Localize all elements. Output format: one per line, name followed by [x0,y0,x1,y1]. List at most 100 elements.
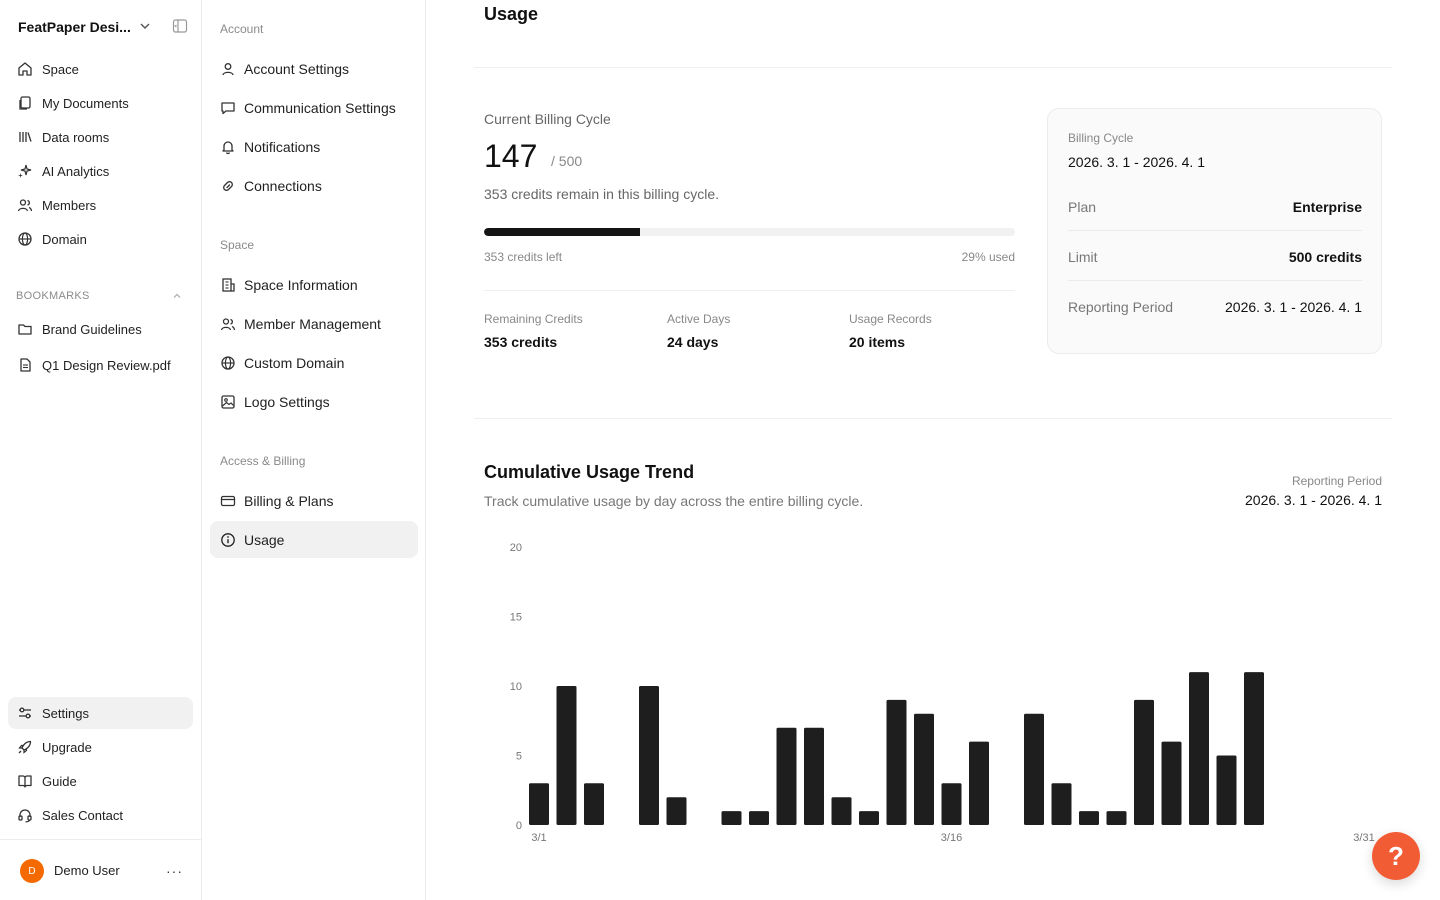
link-icon [220,178,236,194]
usage-bar[interactable] [1051,783,1072,825]
usage-bar[interactable] [556,686,577,825]
y-tick-label: 0 [516,820,522,832]
settings-item-notifications[interactable]: Notifications [210,128,418,165]
usage-bar[interactable] [804,727,824,825]
help-button[interactable]: ? [1372,832,1420,880]
usage-bar[interactable] [1189,672,1209,825]
divider [484,290,1015,291]
current-billing-cycle-label: Current Billing Cycle [484,111,611,127]
documents-icon [16,94,34,112]
divider [474,418,1392,419]
reporting-period-value: 2026. 3. 1 - 2026. 4. 1 [1245,492,1382,508]
credits-total-value: / 500 [551,153,583,169]
usage-bar[interactable] [969,741,989,825]
settings-item-label: Notifications [244,138,321,155]
usage-bar[interactable] [639,686,659,825]
sidebar-item-upgrade[interactable]: Upgrade [8,731,193,763]
usage-bar[interactable] [776,727,797,825]
billing-row-value: 500 credits [1288,249,1362,265]
settings-section-heading: Space [220,238,255,252]
bell-icon [220,139,236,155]
settings-item-logo-settings[interactable]: Logo Settings [210,383,418,420]
usage-bar[interactable] [529,783,549,825]
bookmark-label: Brand Guidelines [42,321,142,337]
sidebar-item-members[interactable]: Members [8,189,193,221]
usage-bar[interactable] [1161,741,1182,825]
x-tick-label: 3/31 [1353,832,1374,844]
settings-item-connections[interactable]: Connections [210,167,418,204]
settings-item-billing-plans[interactable]: Billing & Plans [210,482,418,519]
y-tick-label: 20 [510,542,522,554]
settings-item-label: Custom Domain [244,354,345,371]
sidebar-toggle-icon[interactable] [172,18,188,34]
users-icon [16,196,34,214]
sidebar-item-settings[interactable]: Settings [8,697,193,729]
billing-row-label: Limit [1068,249,1098,265]
chevron-up-icon[interactable] [171,290,183,302]
sidebar-item-space[interactable]: Space [8,53,193,85]
usage-bar[interactable] [831,797,852,825]
sidebar-item-domain[interactable]: Domain [8,223,193,255]
settings-item-label: Usage [244,531,285,548]
cumulative-usage-chart: 0 5 10 15 20 3/1 3/16 3/31 [510,542,1375,844]
app-sidebar: FeatPaper Desi... Space My Documents Dat… [0,0,202,900]
settings-item-member-management[interactable]: Member Management [210,305,418,342]
usage-bar[interactable] [666,797,687,825]
trend-title: Cumulative Usage Trend [484,462,695,482]
sidebar-item-label: Data rooms [42,129,110,145]
credit-card-icon [220,493,236,509]
more-options-icon[interactable]: ··· [166,863,183,879]
file-icon [16,356,34,374]
settings-item-communication-settings[interactable]: Communication Settings [210,89,418,126]
settings-item-custom-domain[interactable]: Custom Domain [210,344,418,381]
usage-bar[interactable] [914,713,934,825]
user-icon [220,61,236,77]
sidebar-item-data-rooms[interactable]: Data rooms [8,121,193,153]
bookmark-item[interactable]: Brand Guidelines [8,313,193,345]
sidebar-item-my-documents[interactable]: My Documents [8,87,193,119]
x-tick-label: 3/1 [531,832,546,844]
usage-bar[interactable] [886,699,907,825]
usage-bar[interactable] [1134,699,1154,825]
bookmark-item[interactable]: Q1 Design Review.pdf [8,349,193,381]
usage-bar[interactable] [1216,755,1237,826]
sidebar-item-sales-contact[interactable]: Sales Contact [8,799,193,831]
usage-bar[interactable] [1079,811,1099,825]
divider [1068,230,1362,231]
y-tick-label: 10 [510,681,522,693]
settings-item-account-settings[interactable]: Account Settings [210,50,418,87]
credits-left-label: 353 credits left [484,250,563,264]
sidebar-item-guide[interactable]: Guide [8,765,193,797]
library-icon [16,128,34,146]
usage-bar[interactable] [1244,672,1264,825]
usage-bar[interactable] [941,783,962,825]
usage-bar[interactable] [1024,713,1044,825]
usage-progress-fill [484,228,641,236]
folder-icon [16,320,34,338]
billing-row-limit: Limit 500 credits [1068,232,1362,282]
credits-remaining-text: 353 credits remain in this billing cycle… [484,186,719,202]
sidebar-item-label: Upgrade [42,739,92,755]
user-menu[interactable]: D Demo User ··· [0,839,201,900]
sidebar-item-ai-analytics[interactable]: AI Analytics [8,155,193,187]
usage-bar[interactable] [749,811,769,825]
stat-label: Active Days [667,312,731,326]
billing-row-value: Enterprise [1292,199,1362,215]
stat-value: 24 days [667,334,719,350]
usage-bar[interactable] [584,783,604,825]
billing-cycle-range: 2026. 3. 1 - 2026. 4. 1 [1068,154,1205,170]
usage-bar[interactable] [859,811,879,825]
workspace-switcher[interactable]: FeatPaper Desi... [18,16,188,38]
settings-item-label: Member Management [244,315,381,332]
image-icon [220,394,236,410]
sliders-icon [16,704,34,722]
billing-row-label: Plan [1068,199,1097,215]
sidebar-item-label: Sales Contact [42,807,123,823]
settings-item-usage[interactable]: Usage [210,521,418,558]
sidebar-item-label: AI Analytics [42,163,110,179]
settings-item-space-information[interactable]: Space Information [210,266,418,303]
settings-item-label: Connections [244,177,322,194]
usage-bar[interactable] [721,811,742,825]
bookmark-label: Q1 Design Review.pdf [42,357,171,373]
usage-bar[interactable] [1106,811,1127,825]
